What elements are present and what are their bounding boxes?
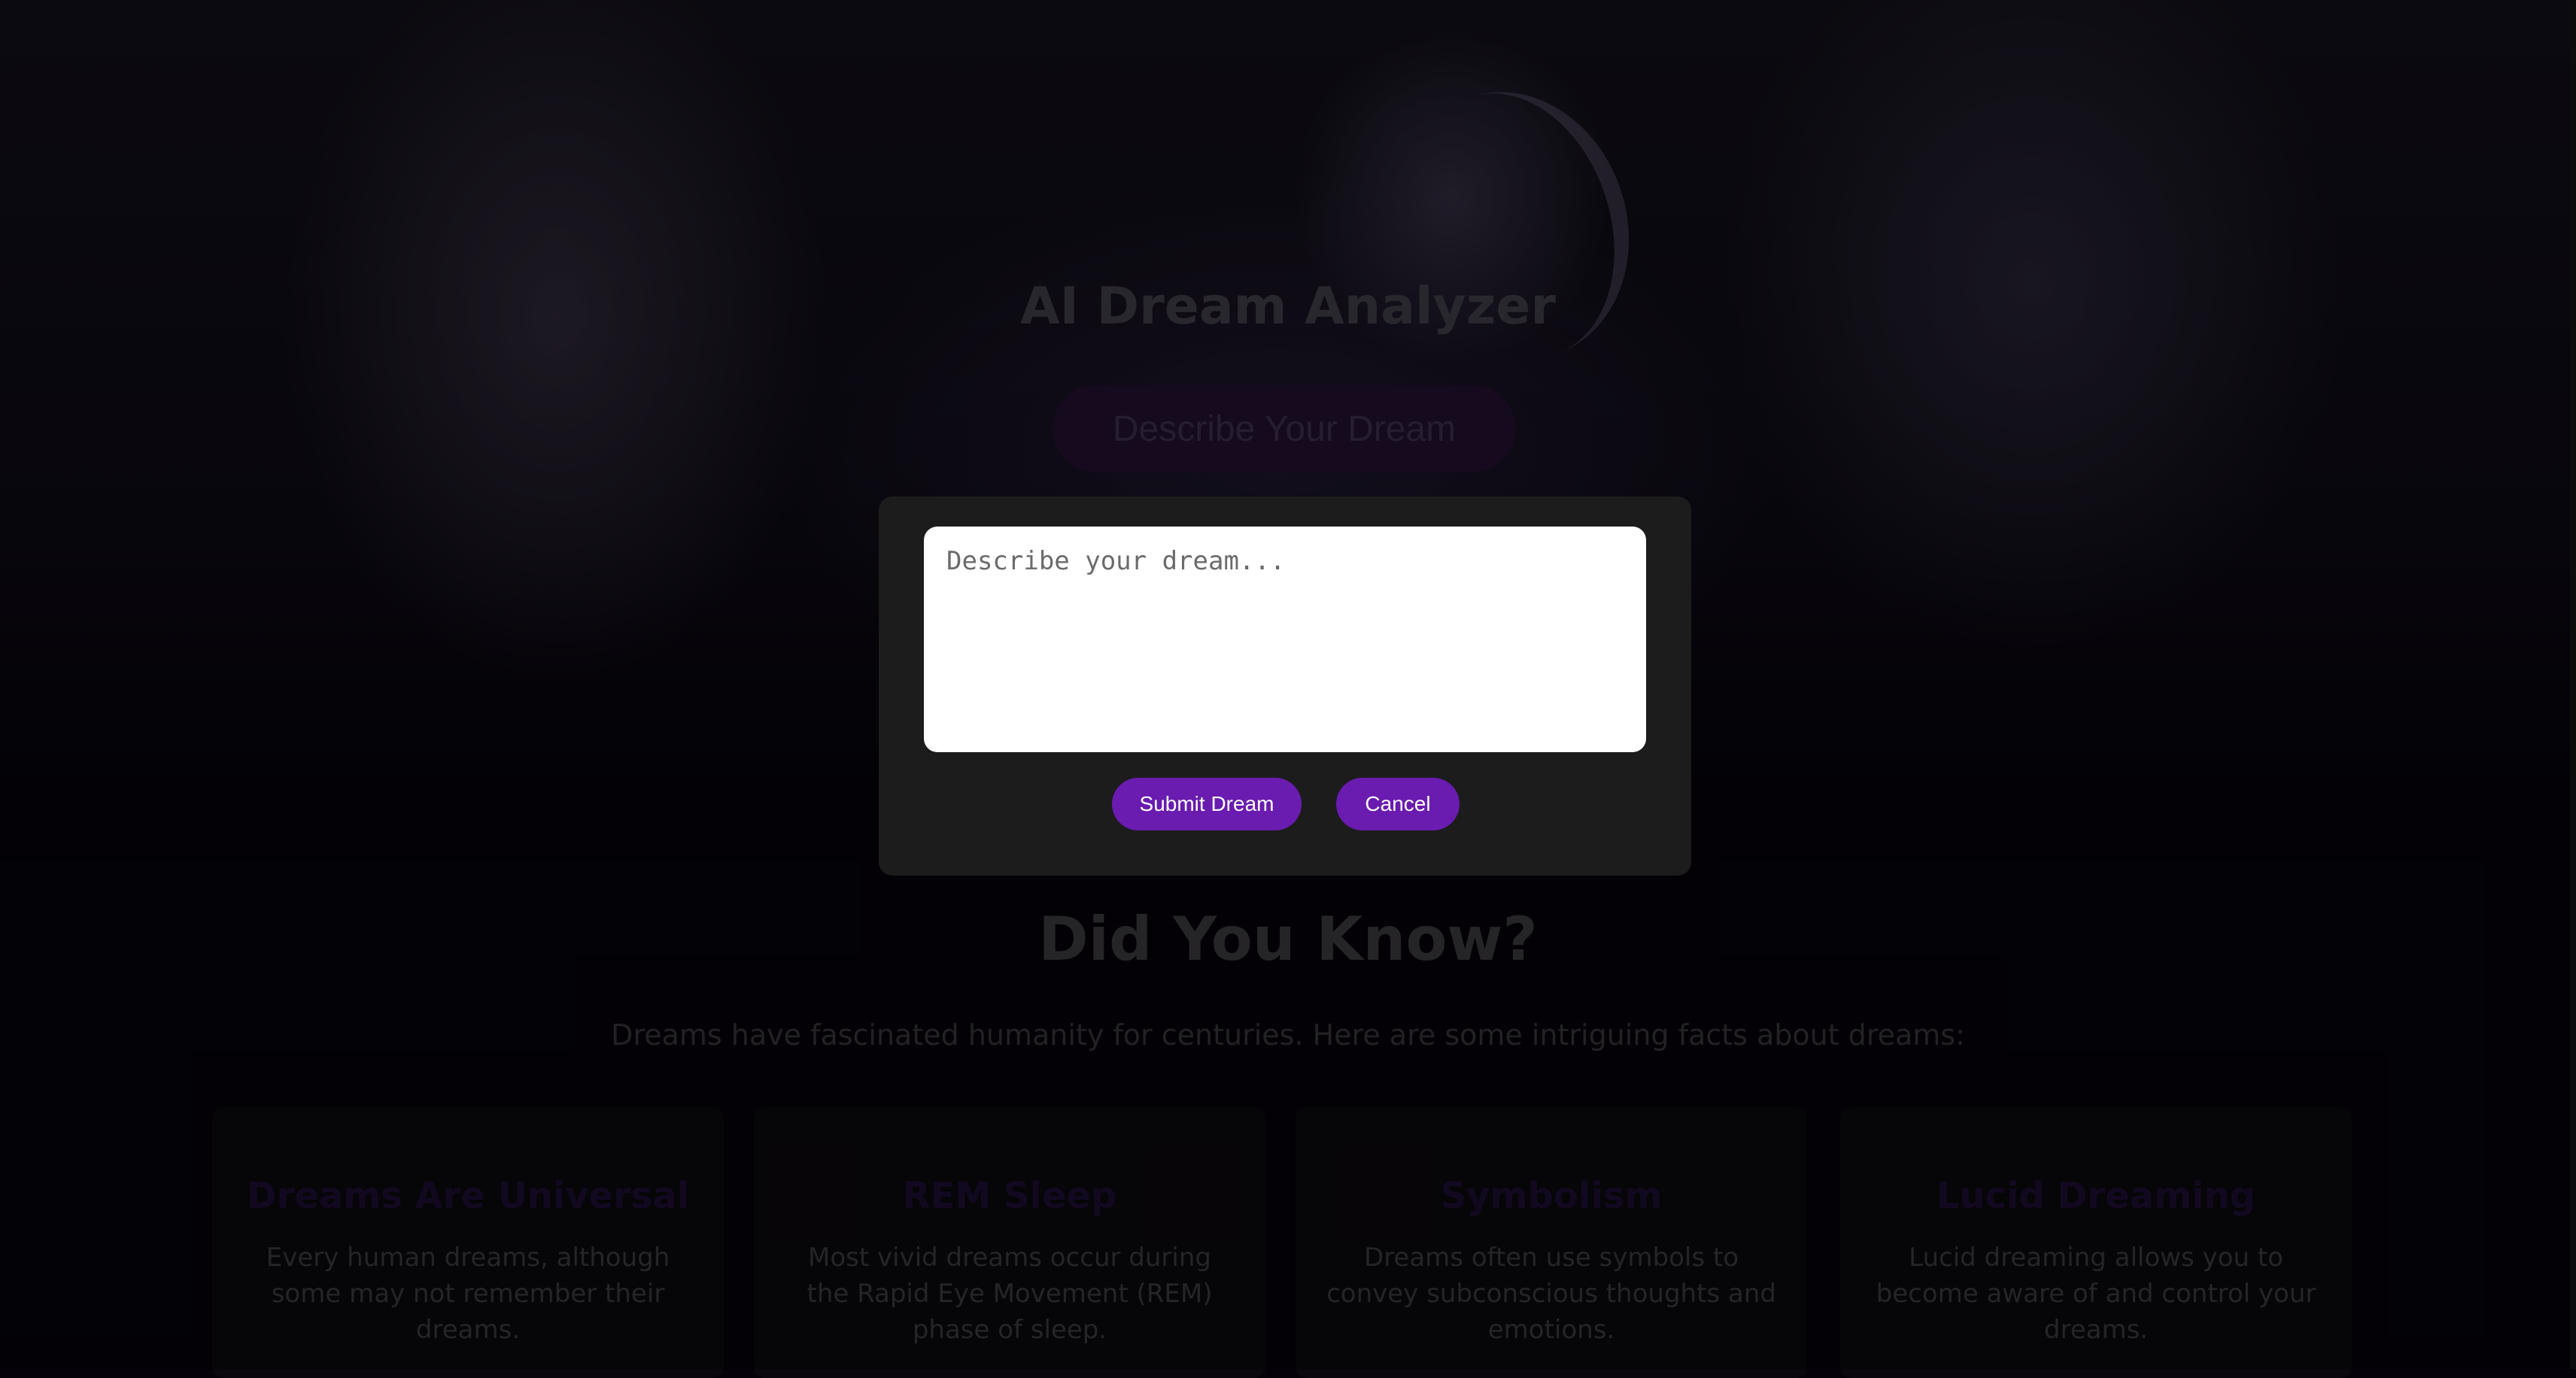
submit-dream-button[interactable]: Submit Dream xyxy=(1112,778,1302,830)
dream-modal: Submit Dream Cancel xyxy=(879,496,1691,876)
cancel-button[interactable]: Cancel xyxy=(1336,778,1460,830)
window-edge xyxy=(2570,0,2576,1369)
dream-description-input[interactable] xyxy=(924,527,1646,752)
